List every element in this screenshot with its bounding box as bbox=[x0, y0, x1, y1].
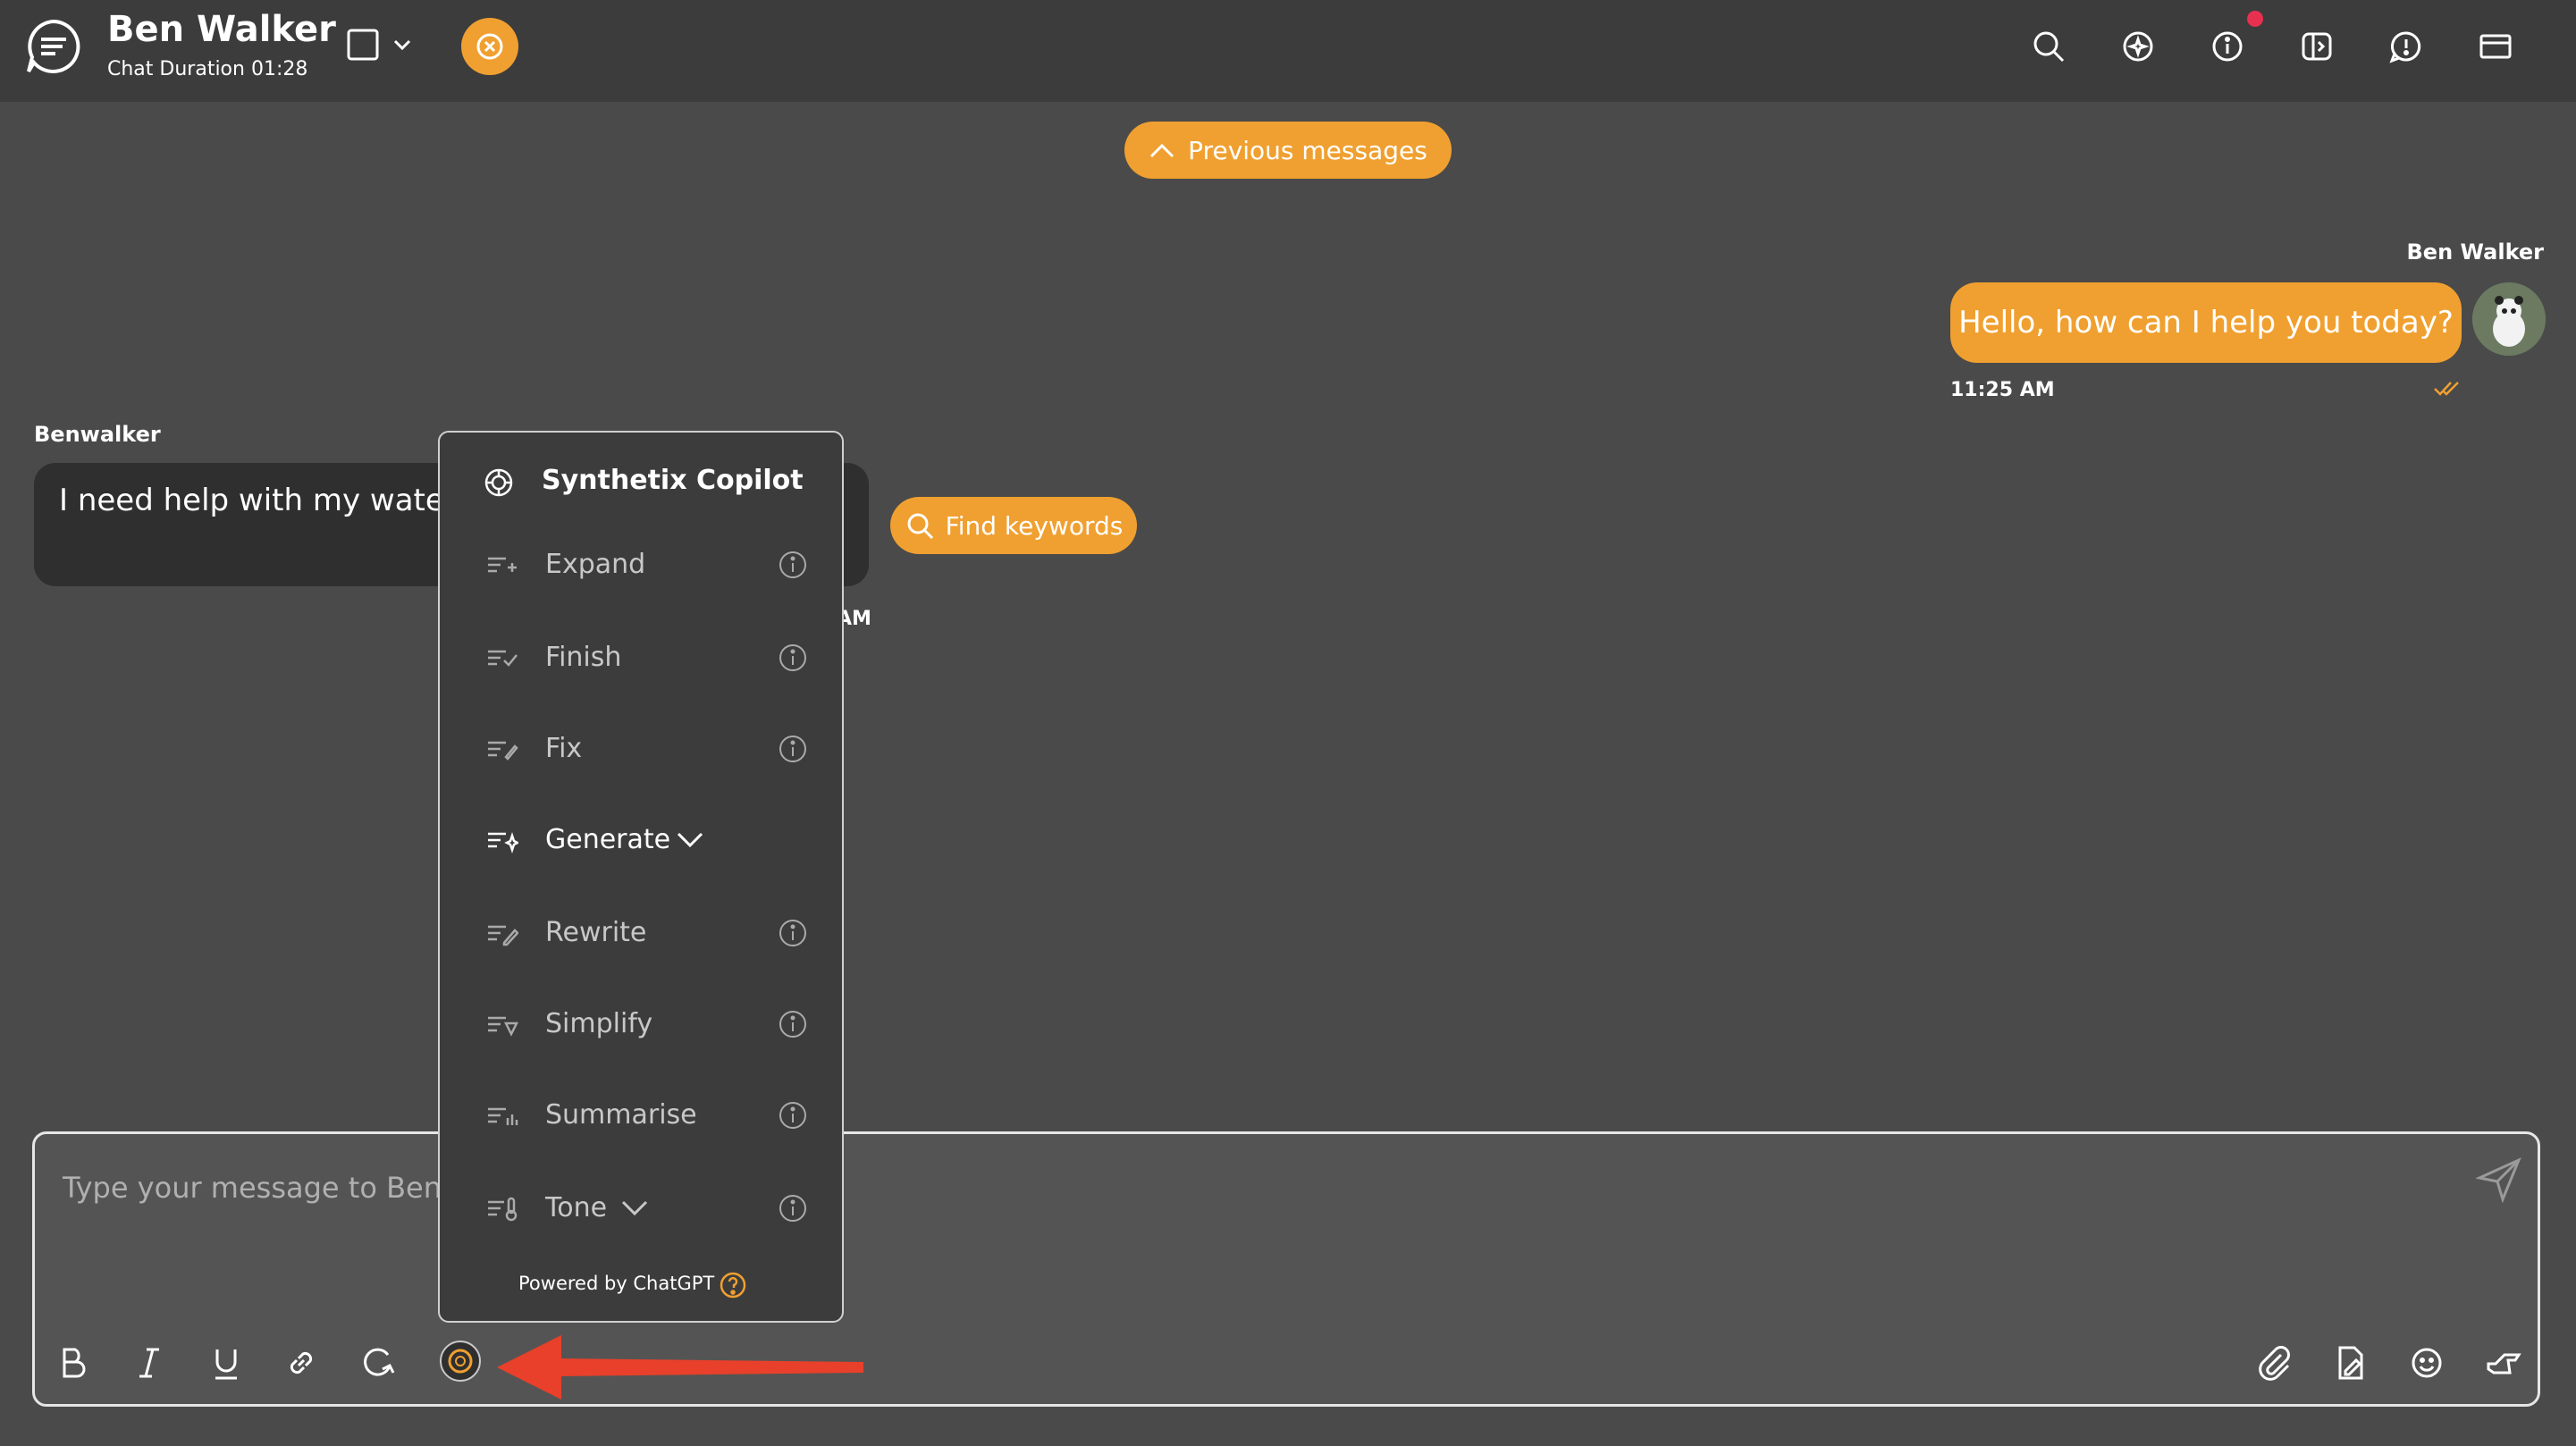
copilot-item-label: Tone bbox=[545, 1192, 608, 1223]
outgoing-message-time: 11:25 AM bbox=[1950, 379, 2055, 401]
end-chat-button[interactable] bbox=[461, 18, 518, 75]
underline-icon[interactable] bbox=[206, 1342, 247, 1383]
openai-icon bbox=[483, 467, 515, 499]
help-icon[interactable] bbox=[719, 1271, 747, 1299]
copilot-item-label: Rewrite bbox=[545, 917, 647, 948]
fix-icon bbox=[486, 736, 518, 762]
tone-icon bbox=[486, 1195, 518, 1222]
info-icon[interactable] bbox=[778, 1193, 808, 1223]
previous-messages-button[interactable]: Previous messages bbox=[1124, 122, 1452, 179]
rewrite-icon bbox=[486, 920, 518, 946]
info-icon[interactable] bbox=[778, 1100, 808, 1131]
read-receipt-icon bbox=[2433, 379, 2463, 397]
chevron-down-icon bbox=[620, 1198, 649, 1217]
chat-logo-icon bbox=[23, 16, 84, 77]
generate-icon bbox=[486, 827, 518, 853]
info-icon[interactable] bbox=[778, 734, 808, 764]
info-icon[interactable] bbox=[2208, 27, 2247, 66]
previous-messages-label: Previous messages bbox=[1188, 135, 1427, 165]
notification-dot bbox=[2247, 11, 2263, 27]
powered-by-label: Powered by ChatGPT bbox=[518, 1273, 715, 1294]
incoming-sender-name: Benwalker bbox=[34, 422, 161, 447]
info-icon[interactable] bbox=[778, 918, 808, 948]
chevron-down-icon bbox=[676, 829, 704, 849]
bold-icon[interactable] bbox=[52, 1342, 93, 1383]
link-icon[interactable] bbox=[281, 1342, 322, 1383]
status-dropdown[interactable] bbox=[345, 25, 417, 64]
chevron-up-icon bbox=[1149, 141, 1175, 159]
copilot-openai-icon[interactable] bbox=[438, 1339, 483, 1383]
search-icon[interactable] bbox=[2029, 27, 2068, 66]
info-icon[interactable] bbox=[778, 550, 808, 580]
agent-name: Ben Walker bbox=[107, 9, 336, 50]
attachment-icon[interactable] bbox=[2254, 1342, 2295, 1383]
info-icon[interactable] bbox=[778, 643, 808, 673]
chat-duration: Chat Duration 01:28 bbox=[107, 58, 308, 80]
incoming-message-text: I need help with my water s bbox=[59, 483, 483, 518]
copilot-title: Synthetix Copilot bbox=[542, 465, 804, 496]
send-icon[interactable] bbox=[2476, 1156, 2522, 1203]
push-page-icon[interactable] bbox=[2483, 1342, 2524, 1383]
sparkle-chat-icon[interactable] bbox=[2118, 27, 2158, 66]
card-icon[interactable] bbox=[2476, 27, 2515, 66]
red-arrow-annotation bbox=[497, 1332, 863, 1403]
copilot-item-label: Fix bbox=[545, 733, 583, 764]
avatar bbox=[2472, 282, 2546, 356]
italic-icon[interactable] bbox=[129, 1342, 170, 1383]
outgoing-sender-name: Ben Walker bbox=[2406, 240, 2544, 265]
outgoing-message-bubble: Hello, how can I help you today? bbox=[1950, 282, 2462, 363]
transfer-icon[interactable] bbox=[2297, 27, 2336, 66]
find-keywords-label: Find keywords bbox=[945, 510, 1124, 541]
finish-icon bbox=[486, 644, 518, 671]
alert-icon[interactable] bbox=[2387, 27, 2426, 66]
search-icon bbox=[905, 510, 935, 541]
copilot-item-label: Generate bbox=[545, 824, 671, 855]
info-icon[interactable] bbox=[778, 1009, 808, 1039]
copilot-item-label: Simplify bbox=[545, 1008, 653, 1039]
note-edit-icon[interactable] bbox=[2329, 1342, 2370, 1383]
copilot-item-label: Finish bbox=[545, 642, 622, 673]
emoji-icon[interactable] bbox=[2406, 1342, 2447, 1383]
copilot-item-label: Summarise bbox=[545, 1099, 697, 1131]
message-input[interactable] bbox=[61, 1160, 2388, 1215]
summarise-icon bbox=[486, 1102, 518, 1129]
find-keywords-button[interactable]: Find keywords bbox=[890, 497, 1137, 554]
canned-response-icon[interactable] bbox=[358, 1342, 399, 1383]
copilot-item-label: Expand bbox=[545, 549, 646, 580]
simplify-icon bbox=[486, 1011, 518, 1038]
outgoing-message-text: Hello, how can I help you today? bbox=[1958, 305, 2454, 340]
expand-icon bbox=[486, 551, 518, 578]
